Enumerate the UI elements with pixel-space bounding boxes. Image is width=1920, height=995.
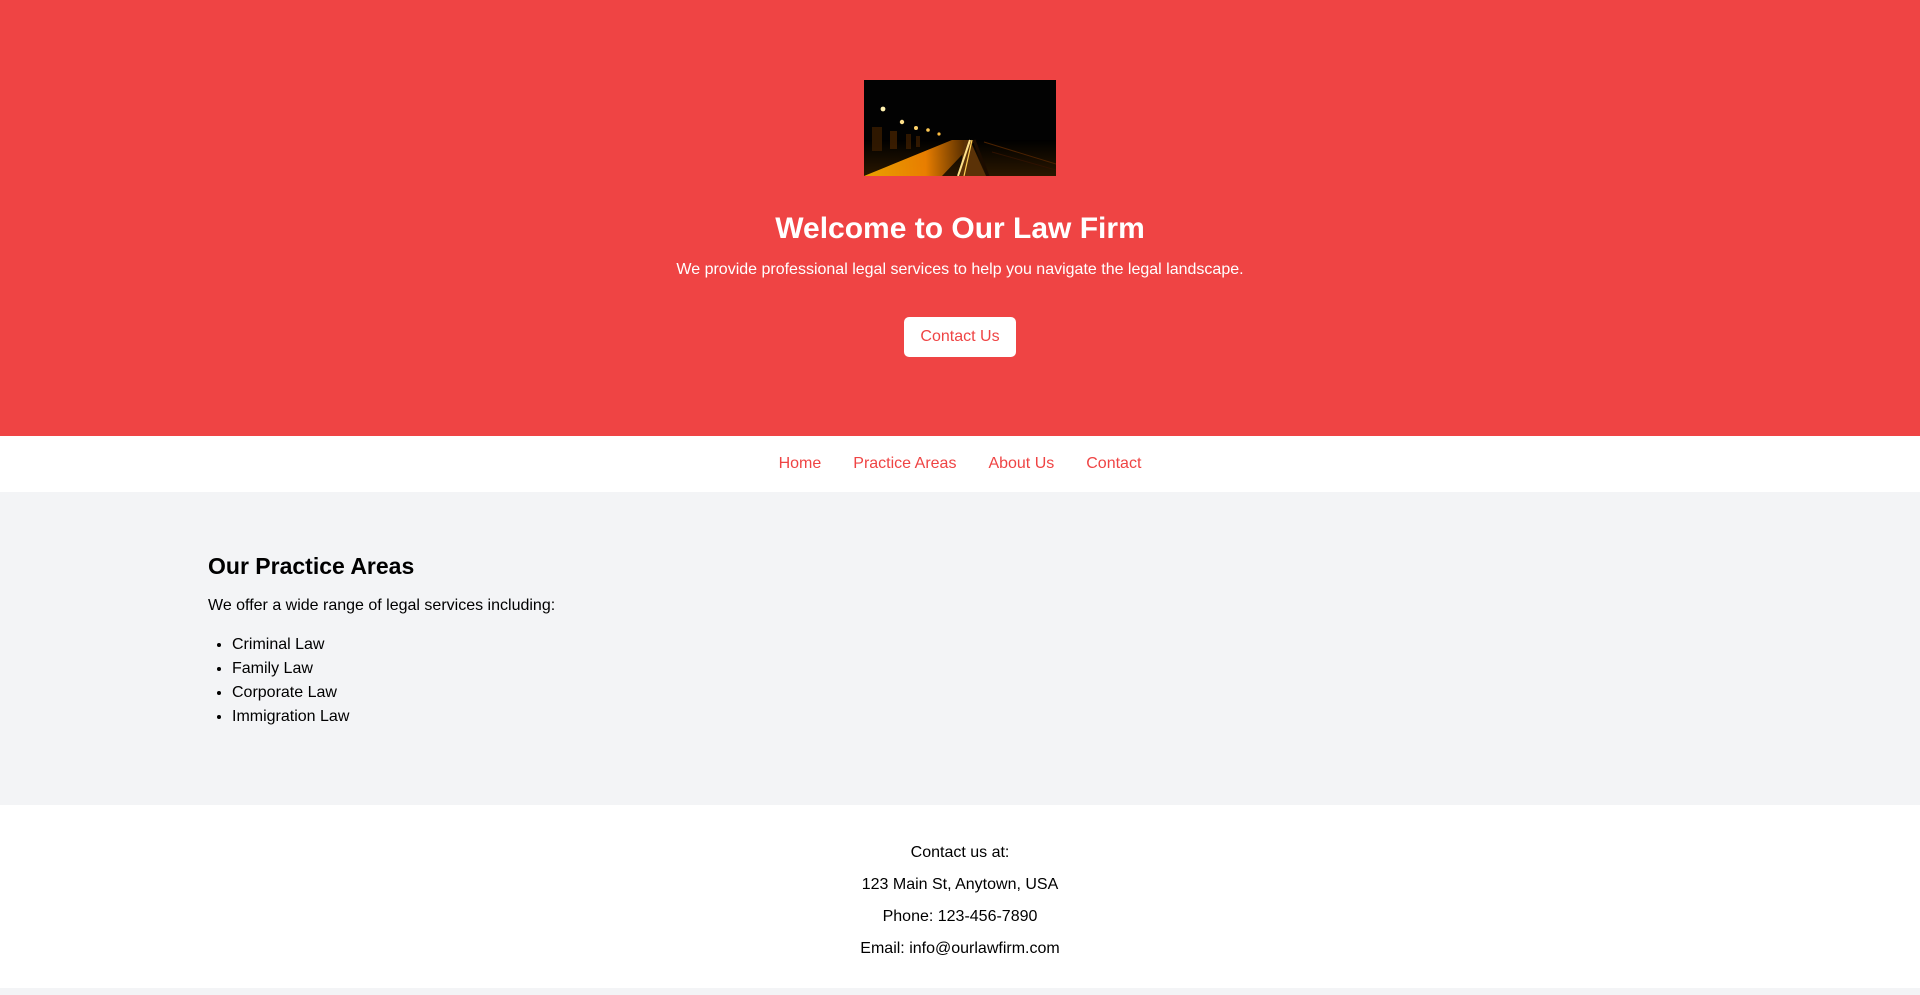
- main-navigation: Home Practice Areas About Us Contact: [0, 436, 1920, 492]
- hero-title: Welcome to Our Law Firm: [775, 212, 1145, 245]
- practice-area-item: Corporate Law: [232, 681, 1920, 705]
- nav-link-practice-areas[interactable]: Practice Areas: [853, 455, 956, 473]
- hero-subtitle: We provide professional legal services t…: [676, 261, 1244, 278]
- footer-contact-heading: Contact us at:: [910, 844, 1010, 861]
- contact-footer: Contact us at: 123 Main St, Anytown, USA…: [0, 805, 1920, 988]
- practice-areas-list: Criminal Law Family Law Corporate Law Im…: [208, 633, 1920, 729]
- practice-areas-section: Our Practice Areas We offer a wide range…: [0, 492, 1920, 805]
- practice-areas-title: Our Practice Areas: [208, 553, 415, 579]
- footer-email: Email: info@ourlawfirm.com: [860, 940, 1060, 957]
- footer-phone: Phone: 123-456-7890: [882, 908, 1038, 925]
- contact-us-button[interactable]: Contact Us: [904, 317, 1016, 357]
- hero-night-road-image: [864, 80, 1056, 176]
- footer-address: 123 Main St, Anytown, USA: [861, 876, 1059, 893]
- practice-area-item: Immigration Law: [232, 705, 1920, 729]
- nav-link-contact[interactable]: Contact: [1086, 455, 1141, 473]
- practice-areas-intro: We offer a wide range of legal services …: [208, 597, 556, 614]
- hero-section: Welcome to Our Law Firm We provide profe…: [0, 0, 1920, 436]
- practice-area-item: Family Law: [232, 657, 1920, 681]
- nav-link-about-us[interactable]: About Us: [988, 455, 1054, 473]
- practice-area-item: Criminal Law: [232, 633, 1920, 657]
- nav-link-home[interactable]: Home: [779, 455, 822, 473]
